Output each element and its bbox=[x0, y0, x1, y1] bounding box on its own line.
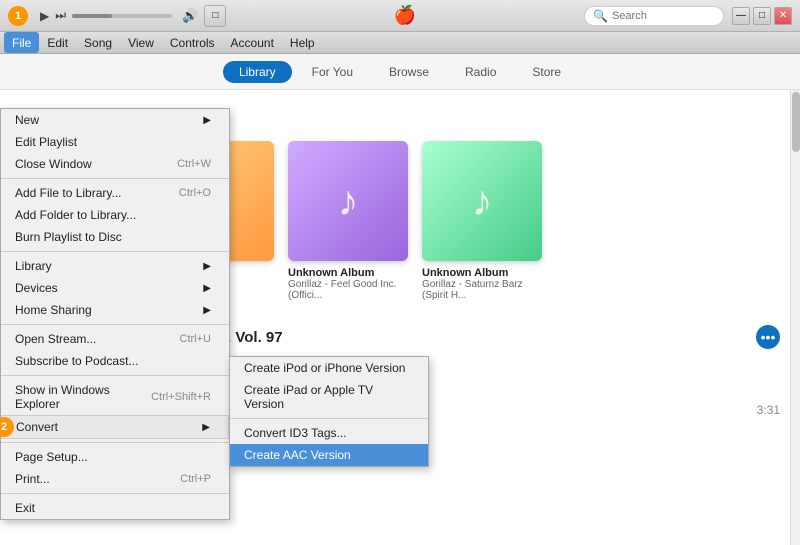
album-title-2: Unknown Album bbox=[288, 267, 408, 279]
sep-4 bbox=[1, 375, 229, 376]
menu-file[interactable]: File bbox=[4, 32, 39, 53]
music-note-icon-2: ♪ bbox=[338, 177, 359, 225]
library-arrow-icon: ▶ bbox=[203, 261, 211, 272]
window-controls: 1 bbox=[8, 6, 28, 26]
search-icon: 🔍 bbox=[593, 9, 608, 23]
tab-store[interactable]: Store bbox=[516, 61, 577, 83]
submenu-id3[interactable]: Convert ID3 Tags... bbox=[230, 422, 428, 444]
menu-account[interactable]: Account bbox=[223, 32, 282, 53]
file-menu-dropdown: New ▶ Edit Playlist Close Window Ctrl+W … bbox=[0, 108, 230, 520]
album-title-3: Unknown Album bbox=[422, 267, 542, 279]
sep-1 bbox=[1, 178, 229, 179]
submenu-sep bbox=[230, 418, 428, 419]
music-note-icon-3: ♪ bbox=[472, 177, 493, 225]
transport-controls: ▶ ⏭ 🔊 □ bbox=[40, 5, 226, 27]
menu-add-file[interactable]: Add File to Library... Ctrl+O bbox=[1, 182, 229, 204]
track-duration: 3:31 bbox=[757, 403, 780, 417]
more-button[interactable]: ••• bbox=[756, 325, 780, 349]
step-badge-2: 2 bbox=[0, 417, 14, 437]
menu-close-window[interactable]: Close Window Ctrl+W bbox=[1, 153, 229, 175]
submenu-ipad[interactable]: Create iPad or Apple TV Version bbox=[230, 379, 428, 415]
album-card-2[interactable]: ♪ Unknown Album Gorillaz - Feel Good Inc… bbox=[288, 141, 408, 301]
convert-submenu: Create iPod or iPhone Version Create iPa… bbox=[229, 356, 429, 467]
step-badge-1: 1 bbox=[8, 6, 28, 26]
menu-devices[interactable]: Devices ▶ bbox=[1, 277, 229, 299]
scrollbar[interactable] bbox=[790, 90, 800, 545]
main-content: Library For You Browse Radio Store ◀ Mon… bbox=[0, 54, 800, 545]
skip-button[interactable]: ⏭ bbox=[55, 8, 66, 23]
album-card-3[interactable]: ♪ Unknown Album Gorillaz - Saturnz Barz … bbox=[422, 141, 542, 301]
menu-library[interactable]: Library ▶ bbox=[1, 255, 229, 277]
search-input[interactable] bbox=[612, 10, 715, 22]
sep-2 bbox=[1, 251, 229, 252]
tab-library[interactable]: Library bbox=[223, 61, 292, 83]
menu-controls[interactable]: Controls bbox=[162, 32, 223, 53]
menu-edit[interactable]: Edit bbox=[39, 32, 76, 53]
album-art-2: ♪ bbox=[288, 141, 408, 261]
submenu-aac[interactable]: Create AAC Version bbox=[230, 444, 428, 466]
sep-3 bbox=[1, 324, 229, 325]
album-art-3: ♪ bbox=[422, 141, 542, 261]
sep-5 bbox=[1, 442, 229, 443]
scrollbar-thumb[interactable] bbox=[792, 92, 800, 152]
menu-subscribe-podcast[interactable]: Subscribe to Podcast... bbox=[1, 350, 229, 372]
menu-view[interactable]: View bbox=[120, 32, 162, 53]
play-button[interactable]: ▶ bbox=[40, 9, 49, 23]
minimize-button[interactable]: — bbox=[732, 7, 750, 25]
tab-browse[interactable]: Browse bbox=[373, 61, 445, 83]
search-box[interactable]: 🔍 bbox=[584, 6, 724, 26]
menu-home-sharing[interactable]: Home Sharing ▶ bbox=[1, 299, 229, 321]
display-button[interactable]: □ bbox=[204, 5, 226, 27]
menu-bar: File Edit Song View Controls Account Hel… bbox=[0, 32, 800, 54]
progress-bar[interactable] bbox=[72, 14, 172, 18]
menu-burn-playlist[interactable]: Burn Playlist to Disc bbox=[1, 226, 229, 248]
menu-exit[interactable]: Exit bbox=[1, 497, 229, 519]
menu-show-explorer[interactable]: Show in Windows Explorer Ctrl+Shift+R bbox=[1, 379, 229, 415]
tab-for-you[interactable]: For You bbox=[296, 61, 369, 83]
convert-arrow-icon: ▶ bbox=[202, 422, 210, 433]
album-sub-3: Gorillaz - Saturnz Barz (Spirit H... bbox=[422, 279, 542, 301]
title-bar: 1 ▶ ⏭ 🔊 □ 🍎 🔍 — □ ✕ bbox=[0, 0, 800, 32]
album-sub-2: Gorillaz - Feel Good Inc. (Offici... bbox=[288, 279, 408, 301]
menu-help[interactable]: Help bbox=[282, 32, 323, 53]
menu-song[interactable]: Song bbox=[76, 32, 120, 53]
nav-tabs: Library For You Browse Radio Store bbox=[0, 54, 800, 90]
apple-logo: 🍎 bbox=[234, 5, 576, 26]
arrow-icon: ▶ bbox=[203, 115, 211, 126]
volume-icon: 🔊 bbox=[182, 8, 198, 24]
close-button[interactable]: ✕ bbox=[774, 7, 792, 25]
menu-convert[interactable]: Convert 2 ▶ bbox=[1, 415, 229, 439]
sep-6 bbox=[1, 493, 229, 494]
menu-page-setup[interactable]: Page Setup... bbox=[1, 446, 229, 468]
menu-new[interactable]: New ▶ bbox=[1, 109, 229, 131]
submenu-ipod[interactable]: Create iPod or iPhone Version bbox=[230, 357, 428, 379]
menu-add-folder[interactable]: Add Folder to Library... bbox=[1, 204, 229, 226]
menu-open-stream[interactable]: Open Stream... Ctrl+U bbox=[1, 328, 229, 350]
menu-edit-playlist[interactable]: Edit Playlist bbox=[1, 131, 229, 153]
menu-print[interactable]: Print... Ctrl+P bbox=[1, 468, 229, 490]
tab-radio[interactable]: Radio bbox=[449, 61, 512, 83]
win-controls: — □ ✕ bbox=[732, 7, 792, 25]
devices-arrow-icon: ▶ bbox=[203, 283, 211, 294]
progress-fill bbox=[72, 14, 112, 18]
maximize-button[interactable]: □ bbox=[753, 7, 771, 25]
home-sharing-arrow-icon: ▶ bbox=[203, 305, 211, 316]
